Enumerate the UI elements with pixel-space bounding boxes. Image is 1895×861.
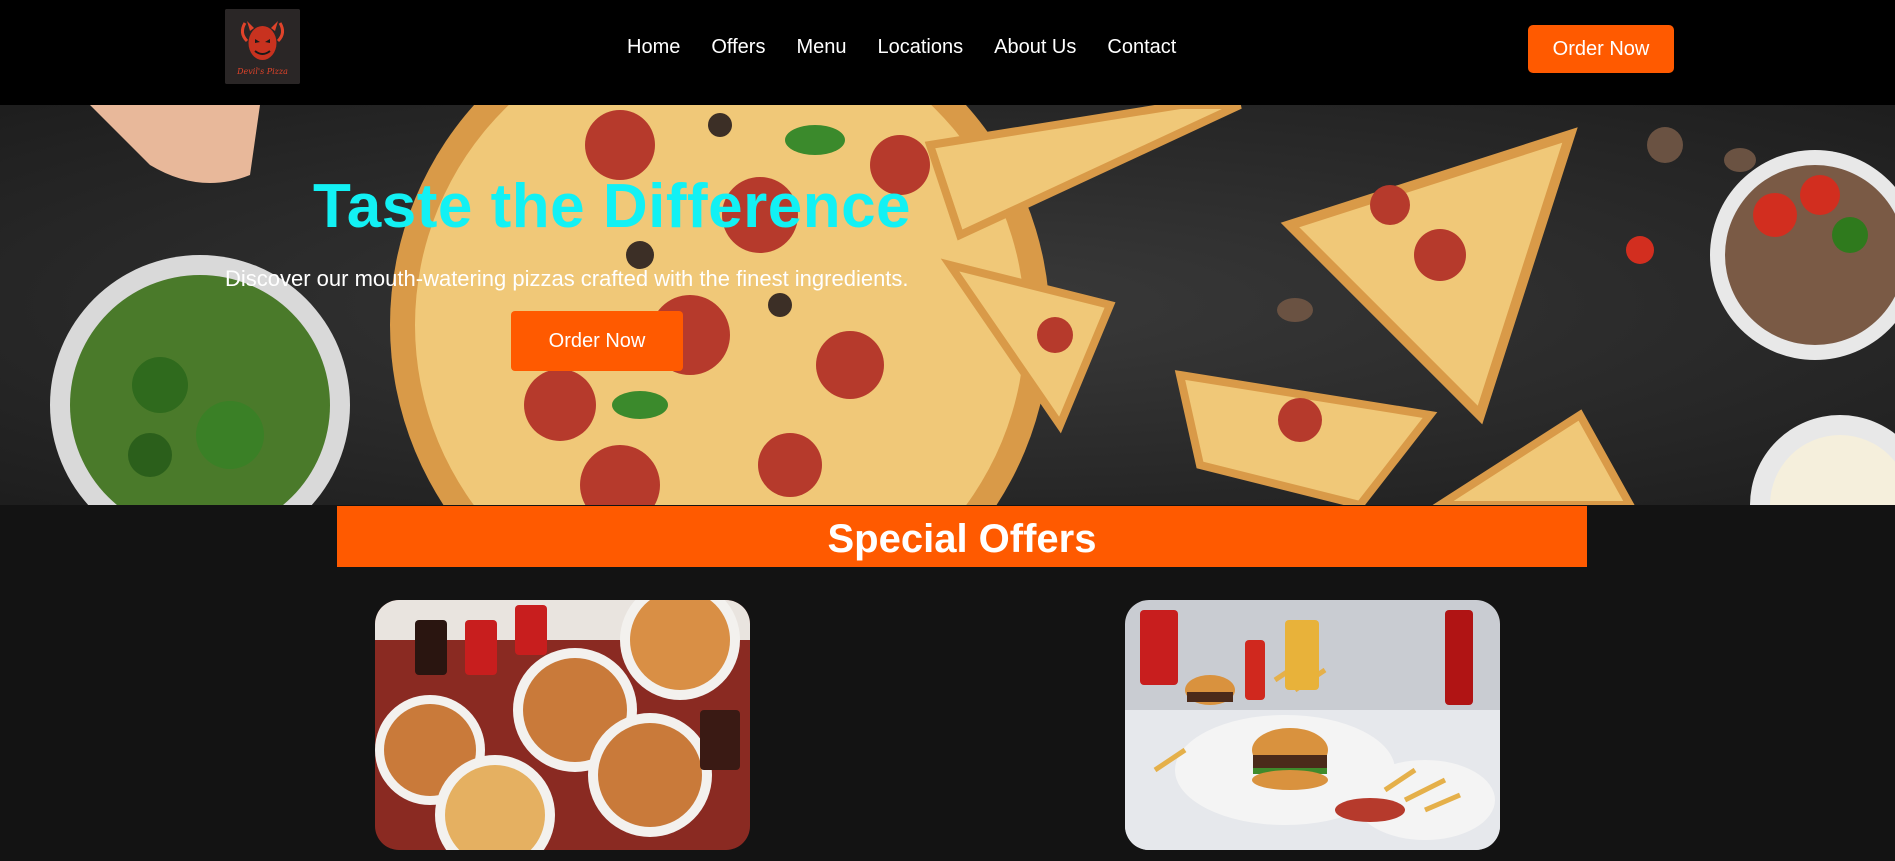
devils-pizza-logo[interactable]: Devil's Pizza: [225, 9, 300, 84]
special-offers-heading: Special Offers: [827, 517, 1097, 561]
hero-order-now-button[interactable]: Order Now: [511, 311, 683, 371]
hero-section: Taste the Difference Discover our mouth-…: [0, 105, 1895, 505]
special-offers-banner: Special Offers: [337, 506, 1587, 567]
nav-locations[interactable]: Locations: [877, 36, 963, 59]
nav-offers[interactable]: Offers: [711, 36, 765, 59]
offer-card-burger-combo[interactable]: [1125, 600, 1500, 850]
nav-menu[interactable]: Menu: [796, 36, 846, 59]
site-header: Devil's Pizza Home Offers Menu Locations…: [0, 0, 1895, 105]
nav-about-us[interactable]: About Us: [994, 36, 1076, 59]
burger-combo-image: [1125, 600, 1500, 850]
logo-text: Devil's Pizza: [237, 67, 288, 76]
nav-contact[interactable]: Contact: [1107, 36, 1176, 59]
pizza-combo-image: [375, 600, 750, 850]
offer-card-pizza-combo[interactable]: [375, 600, 750, 850]
hero-pizza-image: [0, 105, 1895, 505]
nav-home[interactable]: Home: [627, 36, 680, 59]
header-order-now-button[interactable]: Order Now: [1528, 25, 1674, 73]
hero-title: Taste the Difference: [313, 172, 912, 241]
main-nav: Home Offers Menu Locations About Us Cont…: [627, 36, 1207, 59]
hero-subtitle: Discover our mouth-watering pizzas craft…: [225, 266, 909, 291]
